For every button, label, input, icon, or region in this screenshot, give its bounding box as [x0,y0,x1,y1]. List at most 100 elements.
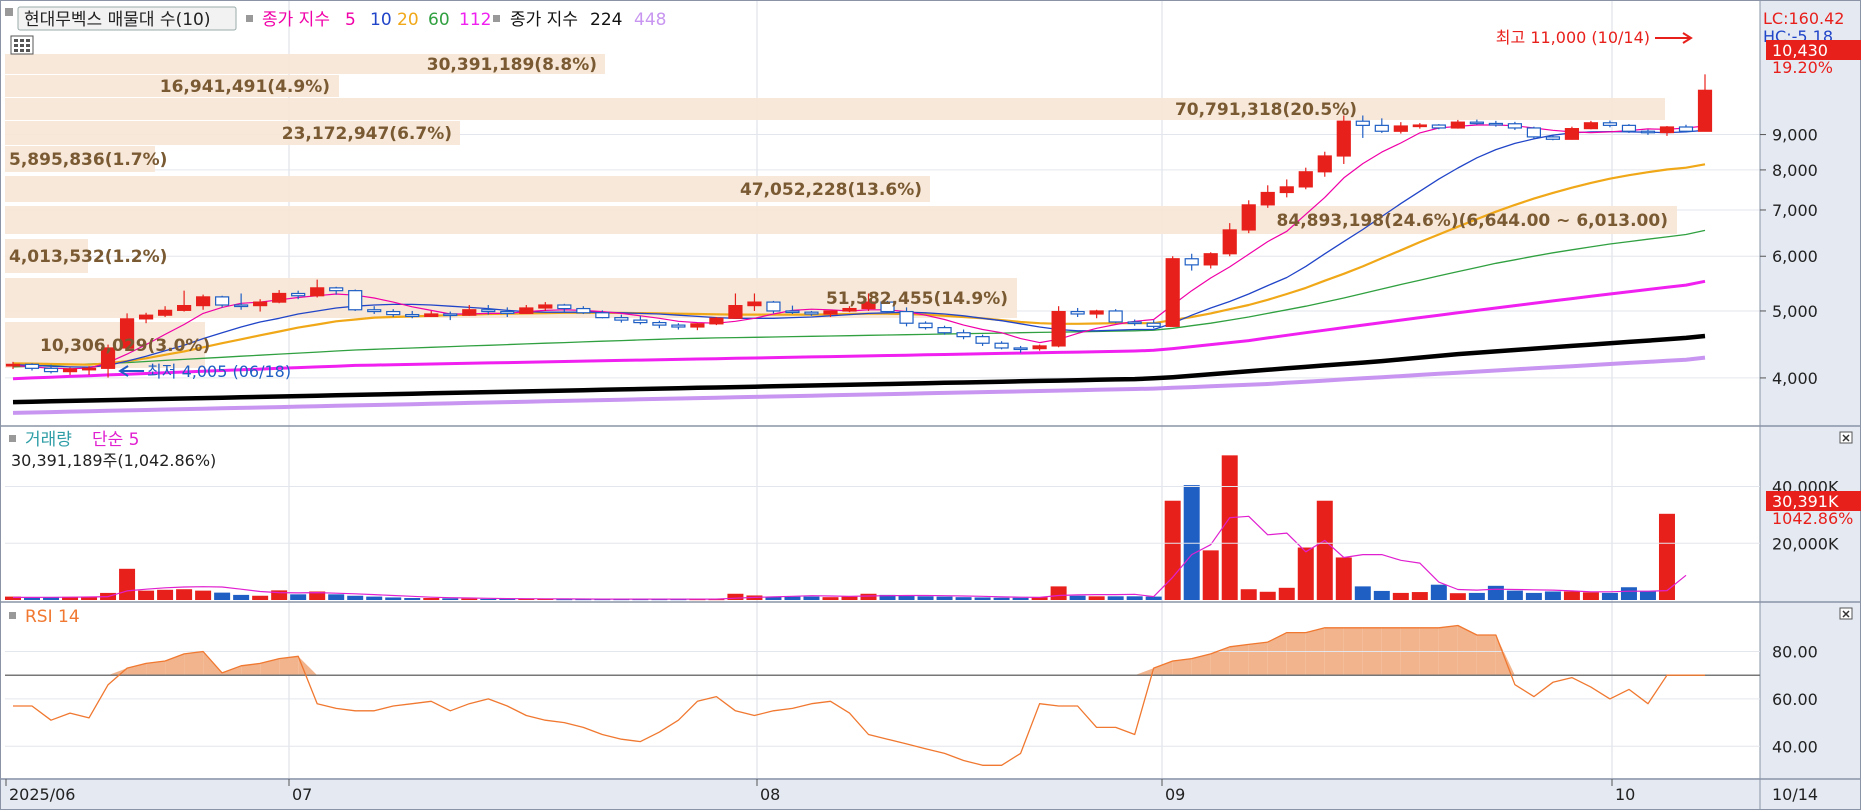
candle-body [177,305,192,311]
candle-body [1051,310,1066,347]
rsi-panel-title: RSI 14 [25,607,80,627]
legend-ma-period: 5 [345,10,356,30]
x-current-label: 10/14 [1772,785,1818,804]
volume-bar [195,590,212,600]
volume-bar [1316,500,1333,600]
candle-body [1298,171,1313,188]
volume-bar [1126,596,1143,600]
candle-body [709,317,724,325]
legend-marker [9,435,16,442]
volume-bar [480,598,497,600]
legend-marker [246,15,253,22]
legend-marker [5,8,13,16]
volume-bar [328,594,345,600]
volume-bar [119,568,136,600]
candle-body [1089,310,1104,315]
volume-bar [1164,500,1181,600]
candle-body [785,310,800,314]
candle-body [1564,128,1580,140]
candle-body [918,322,933,329]
volume-bar [1563,591,1580,600]
candle-body [766,301,781,312]
candle-body [557,304,572,310]
candle-body [81,367,97,371]
candle-body [1241,204,1256,231]
volume-bar [1069,595,1086,600]
x-tick-label: 10 [1615,785,1635,804]
candle-body [1222,229,1237,255]
volume-bar [423,598,440,600]
candle-body [1507,123,1522,129]
x-tick-label: 09 [1165,785,1185,804]
candle-body [652,321,667,326]
candle-body [1317,155,1332,173]
rsi-tick-label: 60.00 [1772,690,1818,709]
candle-body [1450,121,1465,129]
x-tick-label: 08 [760,785,780,804]
candle-body [62,368,78,373]
volume-bar [385,597,402,600]
candle-body [253,301,268,307]
candle-body [329,287,344,292]
candle-body [272,292,287,303]
legend-close-label-2: 종가 지수 [510,10,578,30]
candle-body [462,309,477,316]
volume-bar [252,595,269,600]
volume-pct-label: 1042.86% [1772,509,1853,528]
volume-bar [1297,547,1314,600]
candle-body [5,363,21,367]
candle-body [157,309,173,316]
volume-bar [1525,592,1542,600]
rsi-tick-label: 80.00 [1772,643,1818,662]
volume-bar [1411,592,1428,600]
volume-profile-label: 5,895,836(1.7%) [9,150,167,170]
candle-body [1165,258,1180,327]
volume-bar [974,597,991,600]
candle-body [804,311,819,315]
volume-profile-label: 10,306,029(3.0%) [40,336,210,356]
grid-toggle-icon [26,39,30,42]
candle-body [1697,89,1713,132]
stock-chart-window: 30,391,189(8.8%) 16,941,491(4.9%) 70,791,3… [0,0,1861,810]
volume-bar [936,596,953,600]
candle-body [386,310,401,316]
candle-body [823,310,838,315]
candle-body [747,301,762,307]
volume-bar [1012,597,1029,600]
chart-canvas[interactable]: 30,391,189(8.8%) 16,941,491(4.9%) 70,791,3… [0,0,1861,810]
candle-body [975,336,990,344]
legend-ma448: 448 [634,10,666,30]
candle-body [633,319,648,324]
volume-bar [1240,589,1257,600]
volume-bar [1430,584,1447,600]
volume-bar [1202,550,1219,600]
volume-bar [803,596,820,600]
grid-toggle-icon [26,49,30,52]
volume-profile-label: 30,391,189(8.8%) [427,55,597,75]
candle-body [1659,126,1675,134]
volume-bar [1088,596,1105,600]
legend-ma-period: 112 [459,10,491,30]
rsi-fill-segment [279,656,299,676]
candle-body [728,305,743,319]
volume-bar [1506,590,1523,600]
grid-toggle-icon [14,39,18,42]
candle-body [1127,321,1142,325]
candle-body [538,304,553,309]
volume-bar [1468,592,1485,600]
volume-bar [1221,455,1238,600]
candle-body [1583,122,1599,130]
volume-bar [784,596,801,600]
candle-body [1621,124,1637,132]
candle-body [1678,126,1694,132]
rsi-fill-segment [1438,625,1458,676]
candle-body [1013,347,1028,351]
price-tick-label: 5,000 [1772,302,1818,321]
volume-bar [404,598,421,600]
grid-toggle-icon [26,44,30,47]
candle-body [1526,127,1541,138]
volume-bar [1449,593,1466,600]
volume-bar [138,590,155,600]
x-axis-panel [0,778,1861,810]
price-tick-label: 8,000 [1772,161,1818,180]
